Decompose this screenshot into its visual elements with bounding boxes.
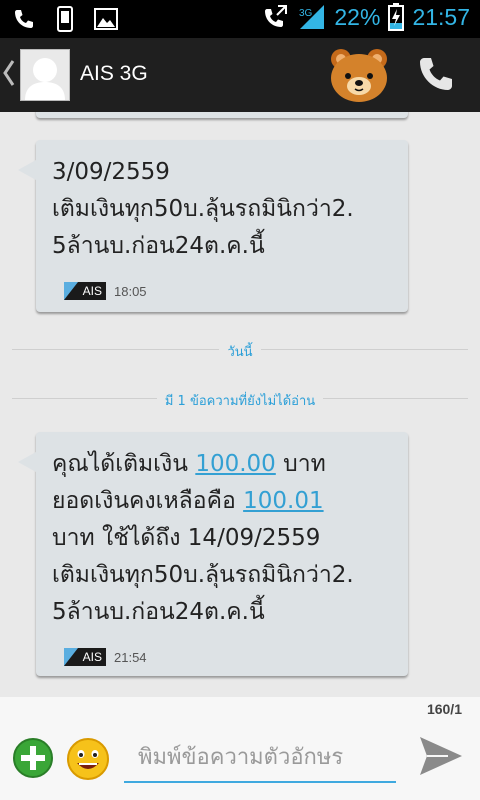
message-time: 18:05 [114, 283, 147, 299]
image-icon [94, 8, 118, 30]
compose-bar: 160/1 [0, 697, 480, 800]
emoji-icon[interactable] [66, 737, 110, 781]
message-line: บาท ใช้ได้ถึง 14/09/2559 [52, 525, 321, 551]
call-icon[interactable] [416, 54, 456, 94]
message-line: เติมเงินทุก50บ.ลุ้นรถมินิกว่า2. [52, 196, 354, 222]
unread-divider: มี 1 ข้อความที่ยังไม่ได้อ่าน [12, 390, 468, 409]
message-body: คุณได้เติมเงิน 100.00 บาท ยอดเงินคงเหลือค… [52, 451, 354, 625]
message-line: 5ล้านบ.ก่อน24ต.ค.นี้ [52, 599, 265, 625]
back-chevron-icon[interactable] [2, 58, 16, 88]
previous-message-bubble[interactable] [36, 112, 408, 118]
message-input[interactable] [124, 733, 396, 783]
status-system: 3G 22% 21:57 [262, 3, 470, 31]
message-time: 21:54 [114, 649, 147, 665]
unread-divider-label: มี 1 ข้อความที่ยังไม่ได้อ่าน [156, 394, 324, 409]
message-line: เติมเงินทุก50บ.ลุ้นรถมินิกว่า2. [52, 562, 354, 588]
device-icon [57, 6, 73, 32]
bear-sticker-icon[interactable] [328, 46, 390, 104]
char-counter: 160/1 [426, 701, 462, 717]
signal-icon: 3G [299, 5, 325, 29]
phone-icon [15, 10, 33, 28]
add-attachment-icon[interactable] [12, 737, 54, 779]
amount-link[interactable]: 100.00 [195, 451, 275, 477]
call-forward-icon [265, 5, 288, 27]
sender-badge: AIS [64, 282, 106, 300]
conversation-title[interactable]: AIS 3G [80, 62, 148, 86]
sender-badge: AIS [64, 648, 106, 666]
date-divider-label: วันนี้ [219, 345, 261, 360]
message-line: 3/09/2559 [52, 159, 170, 185]
message-line: 5ล้านบ.ก่อน24ต.ค.นี้ [52, 233, 265, 259]
balance-link[interactable]: 100.01 [243, 488, 323, 514]
date-divider: วันนี้ [12, 341, 468, 360]
contact-avatar-icon[interactable] [20, 49, 70, 101]
message-bubble[interactable]: 3/09/2559 เติมเงินทุก50บ.ลุ้นรถมินิกว่า2.… [18, 140, 408, 312]
send-icon[interactable] [418, 735, 464, 777]
message-meta: AIS 18:05 [64, 282, 147, 300]
clock: 21:57 [412, 3, 470, 30]
svg-text:3G: 3G [299, 8, 313, 19]
message-bubble[interactable]: คุณได้เติมเงิน 100.00 บาท ยอดเงินคงเหลือค… [18, 432, 408, 676]
battery-charging-icon [388, 3, 405, 31]
message-body: 3/09/2559 เติมเงินทุก50บ.ลุ้นรถมินิกว่า2.… [36, 140, 408, 265]
battery-percent: 22% [334, 3, 381, 30]
conversation-header: AIS 3G [0, 38, 480, 112]
status-bar: 3G 22% 21:57 [0, 0, 480, 38]
message-meta: AIS 21:54 [64, 648, 147, 666]
message-list[interactable]: 3/09/2559 เติมเงินทุก50บ.ลุ้นรถมินิกว่า2.… [0, 112, 480, 697]
status-notifications [12, 6, 118, 32]
